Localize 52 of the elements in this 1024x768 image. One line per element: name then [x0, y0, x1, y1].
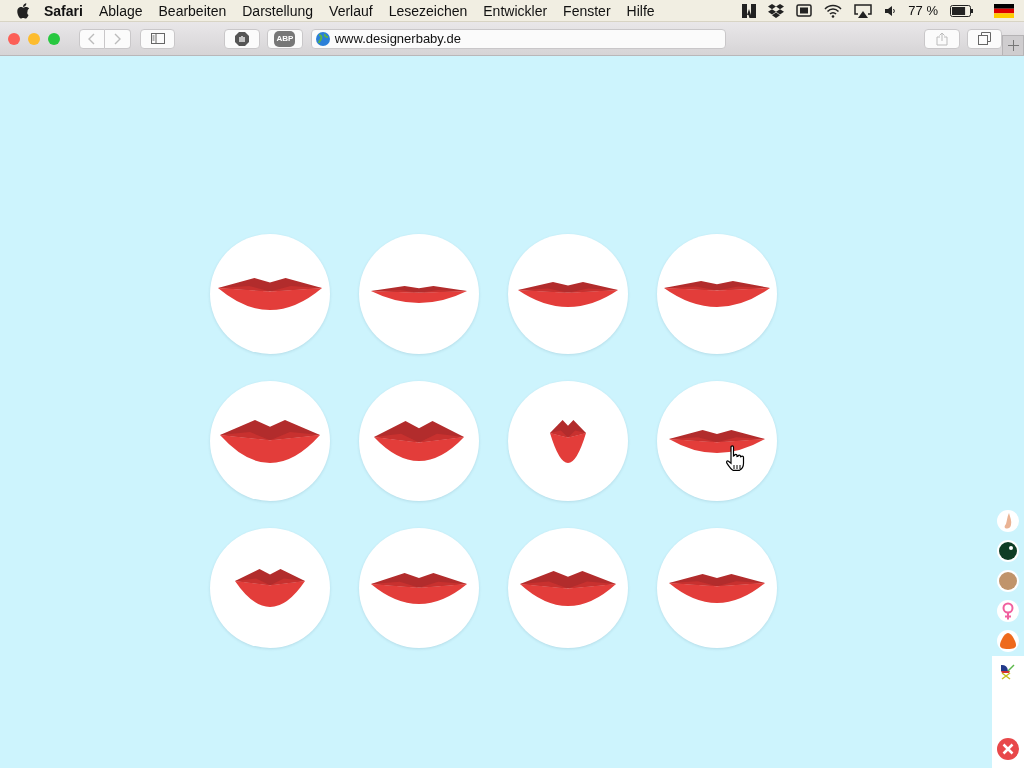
airplay-icon[interactable]: [854, 3, 873, 18]
menu-item[interactable]: Hilfe: [618, 2, 663, 19]
sidebar-icon: [150, 33, 165, 44]
eye-icon: [997, 540, 1019, 562]
new-tab-button[interactable]: [1002, 35, 1024, 55]
apple-logo-icon[interactable]: [16, 2, 30, 19]
lips-icon: [371, 285, 467, 303]
adblock-button[interactable]: ABP: [267, 28, 303, 49]
menu-item[interactable]: Entwickler: [475, 2, 556, 19]
lips-icon: [220, 419, 320, 463]
display-icon[interactable]: [796, 4, 813, 17]
lips-icon: [518, 281, 618, 307]
globe-icon: [315, 31, 330, 46]
lips-icon: [374, 421, 464, 461]
chevron-right-icon: [113, 32, 121, 45]
pram-trait-button[interactable]: [992, 656, 1024, 686]
dropbox-icon[interactable]: [768, 3, 785, 18]
battery-percentage: 77 %: [908, 3, 938, 18]
tabs-icon: [977, 32, 991, 45]
menu-item[interactable]: Ablage: [90, 2, 151, 19]
nose-icon: [997, 510, 1019, 532]
hand-stop-icon: [235, 31, 250, 46]
battery-icon[interactable]: [950, 4, 974, 17]
address-field[interactable]: www.designerbaby.de: [310, 28, 726, 49]
speaker-icon[interactable]: [884, 4, 897, 17]
menu-item[interactable]: Verlauf: [321, 2, 381, 19]
lips-icon: [669, 429, 765, 453]
tabs-overview-button[interactable]: [966, 28, 1003, 49]
chevron-left-icon: [88, 32, 96, 45]
lips-icon: [669, 573, 765, 603]
menu-item[interactable]: Bearbeiten: [150, 2, 235, 19]
adblock-badge: ABP: [274, 30, 296, 47]
lips-icon: [218, 278, 322, 310]
close-icon[interactable]: [997, 738, 1019, 760]
plus-icon: [1007, 40, 1019, 51]
lips-icon: [371, 572, 467, 604]
lips-icon: [664, 281, 770, 307]
share-icon: [935, 31, 948, 46]
lips-icon: [550, 419, 586, 463]
stop-extension-button[interactable]: [224, 28, 261, 49]
menu-item[interactable]: Darstellung: [234, 2, 322, 19]
sidebar-button[interactable]: [139, 28, 176, 49]
flag-icon[interactable]: [994, 3, 1014, 18]
hair-icon: [997, 630, 1019, 652]
lips-icon: [235, 569, 305, 607]
menu-item[interactable]: Safari: [30, 2, 91, 19]
gender-icon: [997, 600, 1019, 622]
wifi-icon[interactable]: [824, 3, 843, 18]
menu-item[interactable]: Lesezeichen: [380, 2, 476, 19]
menu-item[interactable]: Fenster: [555, 2, 619, 19]
lips-icon: [520, 570, 616, 606]
skin-icon: [997, 570, 1019, 592]
